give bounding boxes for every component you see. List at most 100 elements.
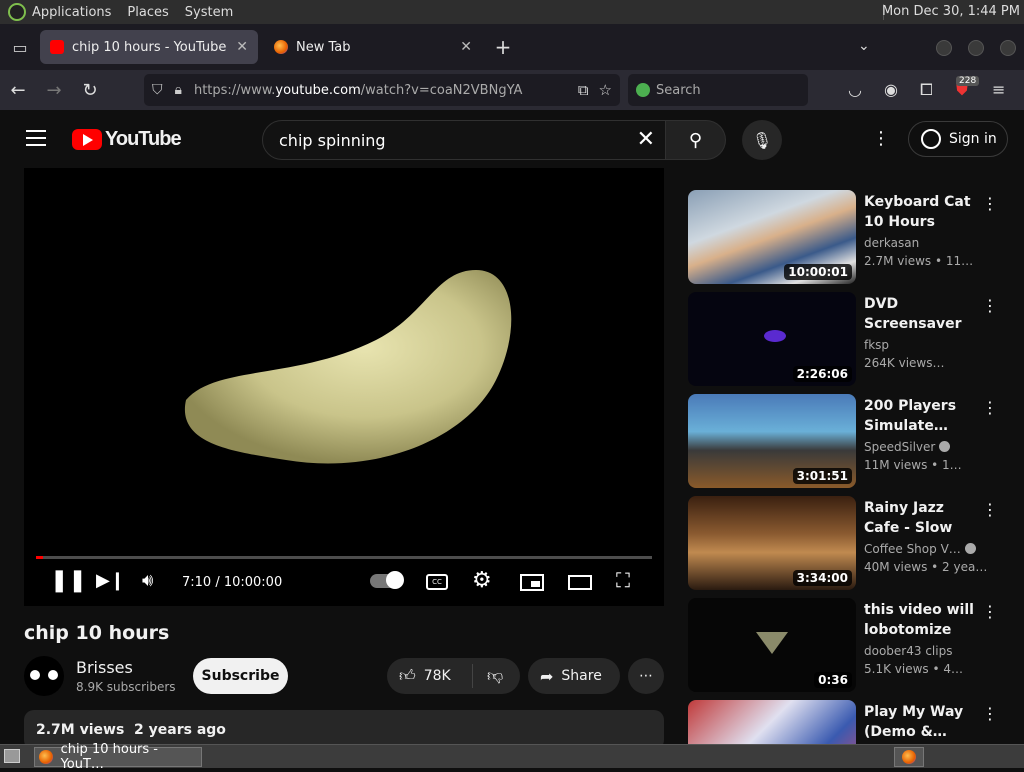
recommendation-item[interactable]: 2:26:06 DVD Screensaver test fksp 264K v… [688,292,1008,388]
recommendation-title[interactable]: Play My Way (Demo &… [864,702,982,742]
recommendation-item[interactable]: Play My Way (Demo &… ⋮ [688,700,1008,744]
taskbar-window-button[interactable]: chip 10 hours - YouT… [34,742,202,772]
recommendation-title[interactable]: this video will lobotomize you… [864,600,982,640]
lock-icon[interactable]: 🔒︎ [175,82,182,98]
theater-mode-icon[interactable] [568,575,592,590]
distro-logo-icon[interactable] [8,3,26,21]
recommendation-meta: 11M views • 1… [864,458,962,472]
more-vertical-icon[interactable]: ⋮ [982,704,998,723]
picture-in-picture-icon[interactable]: ⧉ [578,81,589,99]
show-desktop-icon[interactable] [4,749,20,763]
recommendation-item[interactable]: 10:00:01 Keyboard Cat 10 Hours derkasan … [688,190,1008,286]
tab-list-icon[interactable]: ▭ [0,24,40,70]
tab-title: chip 10 hours - YouTube [72,39,227,55]
workspace-switcher[interactable] [894,747,924,767]
youtube-search-input[interactable]: chip spinning ✕ [262,120,666,160]
recommendation-channel[interactable]: Coffee Shop V… [864,542,976,556]
channel-label: Coffee Shop V… [864,542,961,556]
search-button[interactable]: ⚲ [666,120,726,160]
recommendation-title[interactable]: DVD Screensaver test [864,294,982,334]
recommendation-title[interactable]: 200 Players Simulate… [864,396,982,436]
captions-icon[interactable]: CC [426,574,448,590]
chevron-down-icon[interactable]: ⌄ [858,38,870,54]
tab-new-tab[interactable]: New Tab ✕ [264,30,482,64]
video-player[interactable]: ❚❚ ▶❙ 🔊︎ 7:10 / 10:00:00 CC ⚙ ⛶ [24,168,664,606]
close-window-icon[interactable] [1000,40,1016,56]
volume-icon[interactable]: 🔊︎ [142,570,153,591]
gear-icon[interactable]: ⚙ [472,568,492,593]
recommendation-item[interactable]: 3:34:00 Rainy Jazz Cafe - Slow Jazz Musi… [688,496,1008,592]
channel-avatar[interactable] [24,656,64,696]
url-text[interactable]: https://www.youtube.com/watch?v=coaN2VBN… [194,83,568,98]
new-tab-plus-icon[interactable]: + [488,35,518,59]
guide-menu-icon[interactable] [26,130,46,151]
minimize-window-icon[interactable] [936,40,952,56]
recommendation-item[interactable]: 3:01:51 200 Players Simulate… SpeedSilve… [688,394,1008,490]
recommendation-channel[interactable]: SpeedSilver [864,440,951,454]
recommendation-channel[interactable]: fksp [864,338,889,352]
next-video-icon[interactable]: ▶❙ [96,570,125,591]
recommendation-item[interactable]: 0:36 this video will lobotomize you… doo… [688,598,1008,694]
like-dislike-group: 👍︎ 78K 👎︎ [387,658,520,694]
clock[interactable]: Mon Dec 30, 1:44 PM [882,4,1020,19]
share-button[interactable]: ➦ Share [528,658,620,694]
channel-name[interactable]: Brisses [76,658,133,677]
video-thumbnail[interactable] [688,700,856,744]
maximize-window-icon[interactable] [968,40,984,56]
address-bar[interactable]: ⛉ 🔒︎ https://www.youtube.com/watch?v=coa… [144,74,620,106]
search-bar[interactable]: Search [628,74,808,106]
url-prefix: https://www. [193,82,276,98]
tab-youtube[interactable]: chip 10 hours - YouTube ✕ [40,30,258,64]
video-frame[interactable] [136,190,552,580]
recommendation-channel[interactable]: doober43 clips [864,644,952,658]
shield-icon[interactable]: ⛉ [152,82,163,98]
autoplay-toggle[interactable] [370,571,404,589]
video-thumbnail[interactable]: 3:34:00 [688,496,856,590]
video-thumbnail[interactable]: 10:00:01 [688,190,856,284]
youtube-play-logo-icon [72,129,102,150]
like-count: 78K [423,668,451,684]
account-icon[interactable]: ◉ [884,80,898,99]
bookmark-star-icon[interactable]: ☆ [599,81,612,99]
recommendation-title[interactable]: Rainy Jazz Cafe - Slow Jazz Musi… [864,498,982,538]
menu-system[interactable]: System [185,5,233,20]
like-button[interactable]: 👍︎ 78K [387,664,473,688]
potato-chip-image [184,270,512,464]
video-thumbnail[interactable]: 2:26:06 [688,292,856,386]
sign-in-button[interactable]: Sign in [908,121,1008,157]
hamburger-menu-icon[interactable]: ≡ [992,80,1005,99]
clear-search-icon[interactable]: ✕ [637,127,655,152]
menu-applications[interactable]: Applications [32,5,111,20]
more-vertical-icon[interactable]: ⋮ [982,194,998,213]
forward-arrow-icon[interactable]: → [36,80,72,101]
recommendation-title[interactable]: Keyboard Cat 10 Hours [864,192,982,232]
search-placeholder: Search [656,82,701,98]
close-tab-icon[interactable]: ✕ [236,39,248,55]
close-tab-icon[interactable]: ✕ [460,39,472,55]
progress-bar[interactable] [36,556,652,559]
menu-places[interactable]: Places [127,5,168,20]
video-thumbnail[interactable]: 3:01:51 [688,394,856,488]
pocket-icon[interactable]: ◡ [848,80,862,99]
reload-icon[interactable]: ↻ [72,80,108,101]
video-thumbnail[interactable]: 0:36 [688,598,856,692]
view-stats: 2.7M views 2 years ago [36,722,226,738]
search-icon: ⚲ [688,129,703,151]
dislike-button[interactable]: 👎︎ [473,666,503,686]
subscribe-button[interactable]: Subscribe [193,658,288,694]
more-vertical-icon[interactable]: ⋮ [982,500,998,519]
recommendation-channel[interactable]: derkasan [864,236,919,250]
pause-icon[interactable]: ❚❚ [50,568,87,593]
settings-more-icon[interactable]: ⋮ [872,128,890,149]
more-vertical-icon[interactable]: ⋮ [982,398,998,417]
miniplayer-icon[interactable] [520,574,544,591]
voice-search-button[interactable]: 🎙︎ [742,120,782,160]
more-vertical-icon[interactable]: ⋮ [982,296,998,315]
youtube-logo[interactable]: YouTube [72,128,182,151]
fullscreen-icon[interactable]: ⛶ [616,568,630,592]
more-actions-button[interactable]: ⋯ [628,658,664,694]
extensions-icon[interactable]: ⧠ [920,80,933,100]
channel-label: SpeedSilver [864,440,936,454]
more-vertical-icon[interactable]: ⋮ [982,602,998,621]
back-arrow-icon[interactable]: ← [0,80,36,101]
